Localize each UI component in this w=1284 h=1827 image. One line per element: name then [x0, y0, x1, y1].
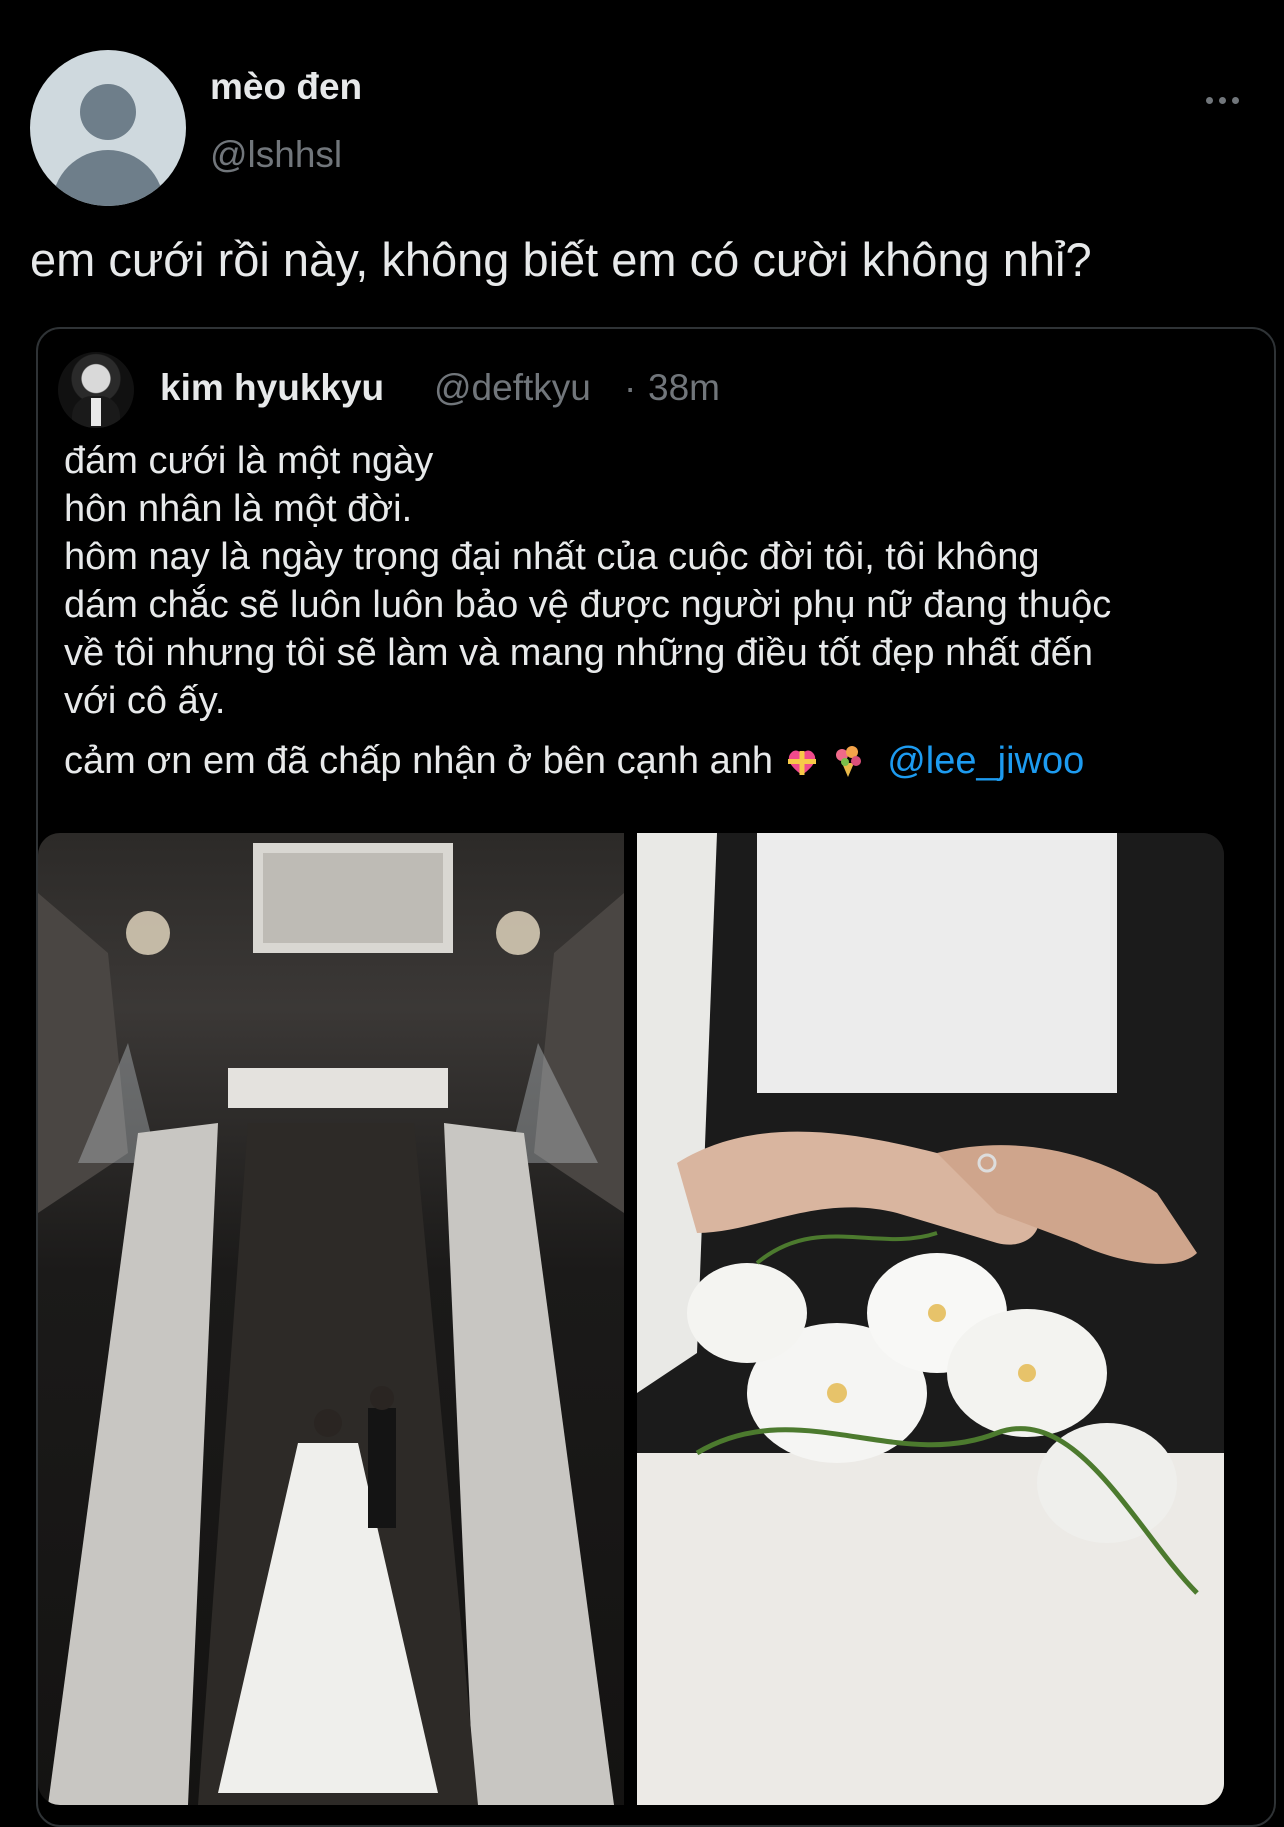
separator-dot: · — [624, 367, 637, 408]
dot — [1205, 96, 1213, 104]
default-avatar-head — [80, 84, 136, 140]
user-handle[interactable]: @lshhsl — [210, 134, 342, 176]
quoted-closing-line: cảm ơn em đã chấp nhận ở bên cạnh anh @l… — [64, 740, 1084, 783]
more-horizontal-icon[interactable] — [1194, 86, 1250, 114]
avatar[interactable] — [30, 50, 186, 206]
quoted-text-line: về tôi nhưng tôi sẽ làm và mang những đi… — [64, 632, 1094, 674]
wedding-aisle-illustration — [38, 843, 624, 1805]
quoted-text-line: đám cưới là một ngày — [64, 440, 434, 482]
ring-hands-photo[interactable] — [637, 833, 1224, 1805]
quoted-avatar[interactable] — [58, 352, 134, 428]
heart-with-ribbon-icon — [787, 750, 816, 775]
display-name[interactable]: mèo đen — [210, 66, 362, 108]
wedding-aisle-photo[interactable] — [38, 833, 624, 1805]
avatar-shirt — [91, 398, 101, 426]
quoted-text-line: hôm nay là ngày trọng đại nhất của cuộc … — [64, 536, 1040, 578]
quoted-text-line: hôn nhân là một đời. — [64, 488, 413, 530]
closing-text: cảm ơn em đã chấp nhận ở bên cạnh anh — [64, 740, 773, 782]
quoted-text-line: dám chắc sẽ luôn luôn bảo vệ được người … — [64, 584, 1112, 626]
quoted-text-line: với cô ấy. — [64, 680, 226, 722]
bouquet-icon — [836, 746, 862, 777]
ring-hands-illustration — [637, 833, 1224, 1805]
tweet-text: em cưới rồi này, không biết em có cười k… — [30, 233, 1092, 286]
mention-link[interactable]: @lee_jiwoo — [887, 740, 1084, 782]
quoted-handle[interactable]: @deftkyu — [434, 367, 591, 409]
quoted-timestamp[interactable]: 38m — [648, 367, 720, 409]
dot — [1231, 96, 1239, 104]
default-avatar-body — [52, 150, 164, 206]
dot — [1218, 96, 1226, 104]
quoted-display-name[interactable]: kim hyukkyu — [160, 367, 384, 409]
